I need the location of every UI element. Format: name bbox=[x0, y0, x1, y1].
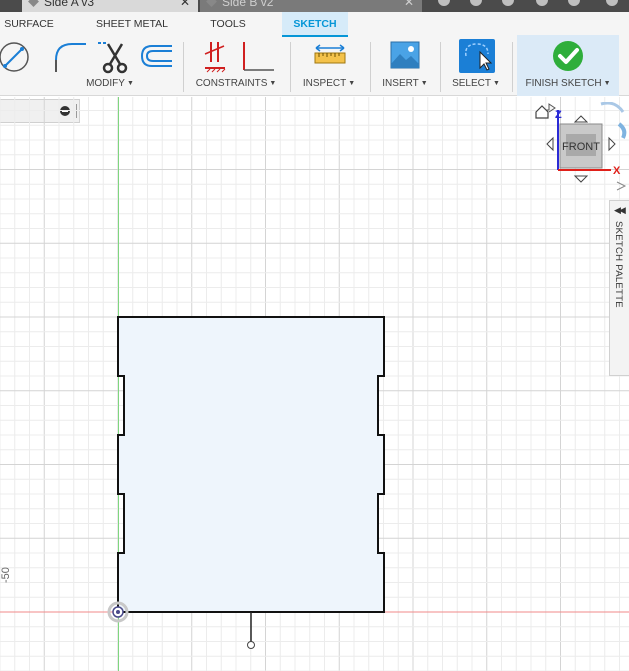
sketch-palette-tab[interactable]: ◀◀ SKETCH PALETTE bbox=[609, 200, 629, 376]
close-icon[interactable]: ✕ bbox=[180, 0, 190, 12]
tab-sketch[interactable]: SKETCH bbox=[282, 12, 348, 37]
insert-menu[interactable]: INSERT ▼ bbox=[374, 78, 436, 89]
divider bbox=[440, 42, 441, 92]
select-menu[interactable]: SELECT ▼ bbox=[444, 78, 508, 89]
measure-icon[interactable] bbox=[314, 44, 346, 66]
divider bbox=[512, 42, 513, 92]
divider bbox=[290, 42, 291, 92]
workspace-tabs: SURFACE SHEET METAL TOOLS SKETCH bbox=[0, 12, 629, 37]
document-tab-side-b[interactable]: Side B v2 ✕ bbox=[200, 0, 422, 12]
home-icon[interactable] bbox=[535, 105, 549, 119]
modify-group: MODIFY ▼ bbox=[0, 38, 180, 96]
constraints-menu[interactable]: CONSTRAINTS ▼ bbox=[186, 78, 286, 89]
finish-sketch-menu[interactable]: FINISH SKETCH ▼ bbox=[517, 78, 619, 89]
new-tab-icon[interactable] bbox=[438, 0, 450, 6]
history-icon[interactable] bbox=[470, 0, 482, 6]
inspect-menu[interactable]: INSPECT ▼ bbox=[296, 78, 362, 89]
circle-partial-icon[interactable] bbox=[0, 40, 32, 74]
profile-avatar[interactable] bbox=[606, 0, 618, 6]
expand-arrows-icon[interactable]: ◀◀ bbox=[614, 205, 626, 216]
rotate-left-icon[interactable] bbox=[546, 136, 554, 152]
component-cube-icon bbox=[206, 0, 217, 7]
document-tab-strip: Side A v3 ✕ Side B v2 ✕ bbox=[0, 0, 629, 12]
sketch-profile bbox=[117, 316, 385, 613]
divider bbox=[370, 42, 371, 92]
green-checkmark-icon[interactable] bbox=[552, 40, 584, 72]
close-icon[interactable]: ✕ bbox=[404, 0, 414, 12]
help-icon[interactable] bbox=[568, 0, 580, 6]
inspect-group: INSPECT ▼ bbox=[296, 38, 362, 96]
axis-tick-label: -50 bbox=[0, 567, 12, 583]
offset-icon[interactable] bbox=[138, 40, 176, 74]
perpendicular-constraint-icon[interactable] bbox=[240, 40, 276, 74]
document-tab-label: Side A v3 bbox=[44, 0, 95, 9]
viewcube-z-label: Z bbox=[555, 109, 562, 121]
viewcube-x-label: X bbox=[613, 165, 621, 177]
trim-scissors-icon[interactable] bbox=[96, 40, 132, 74]
toolbar: SURFACE SHEET METAL TOOLS SKETCH MODIFY ▼ bbox=[0, 12, 629, 96]
rotate-arrow-icon[interactable] bbox=[617, 122, 627, 139]
tab-sheet-metal[interactable]: SHEET METAL bbox=[90, 12, 174, 37]
parallel-constraint-icon[interactable] bbox=[202, 40, 228, 74]
viewcube[interactable]: Z X FRONT bbox=[527, 102, 629, 194]
notifications-icon[interactable] bbox=[536, 0, 548, 6]
job-status-icon[interactable] bbox=[502, 0, 514, 6]
sketch-point bbox=[247, 641, 255, 649]
constraints-group: CONSTRAINTS ▼ bbox=[186, 38, 286, 96]
viewcube-face-label: FRONT bbox=[562, 141, 600, 153]
document-tab-label: Side B v2 bbox=[222, 0, 274, 9]
insert-group: INSERT ▼ bbox=[374, 38, 436, 96]
rotate-up-icon[interactable] bbox=[573, 115, 589, 123]
divider bbox=[183, 42, 184, 92]
document-controls bbox=[430, 0, 629, 12]
select-cursor-icon[interactable] bbox=[458, 38, 496, 74]
tab-tools[interactable]: TOOLS bbox=[200, 12, 256, 37]
select-group: SELECT ▼ bbox=[444, 38, 508, 96]
tab-surface[interactable]: SURFACE bbox=[0, 12, 58, 37]
finish-sketch-group: FINISH SKETCH ▼ bbox=[517, 38, 619, 96]
origin-center bbox=[116, 610, 120, 614]
document-tab-side-a[interactable]: Side A v3 ✕ bbox=[22, 0, 198, 12]
component-cube-icon bbox=[28, 0, 39, 7]
viewcube-menu-icon[interactable] bbox=[616, 181, 627, 191]
modify-menu[interactable]: MODIFY ▼ bbox=[40, 78, 180, 89]
rotate-arrow-icon[interactable] bbox=[600, 102, 625, 113]
sketch-palette-label: SKETCH PALETTE bbox=[613, 221, 624, 308]
insert-image-icon[interactable] bbox=[390, 40, 420, 72]
rotate-right-icon[interactable] bbox=[608, 136, 616, 152]
fillet-icon[interactable] bbox=[52, 40, 88, 74]
rotate-down-icon[interactable] bbox=[573, 175, 589, 183]
